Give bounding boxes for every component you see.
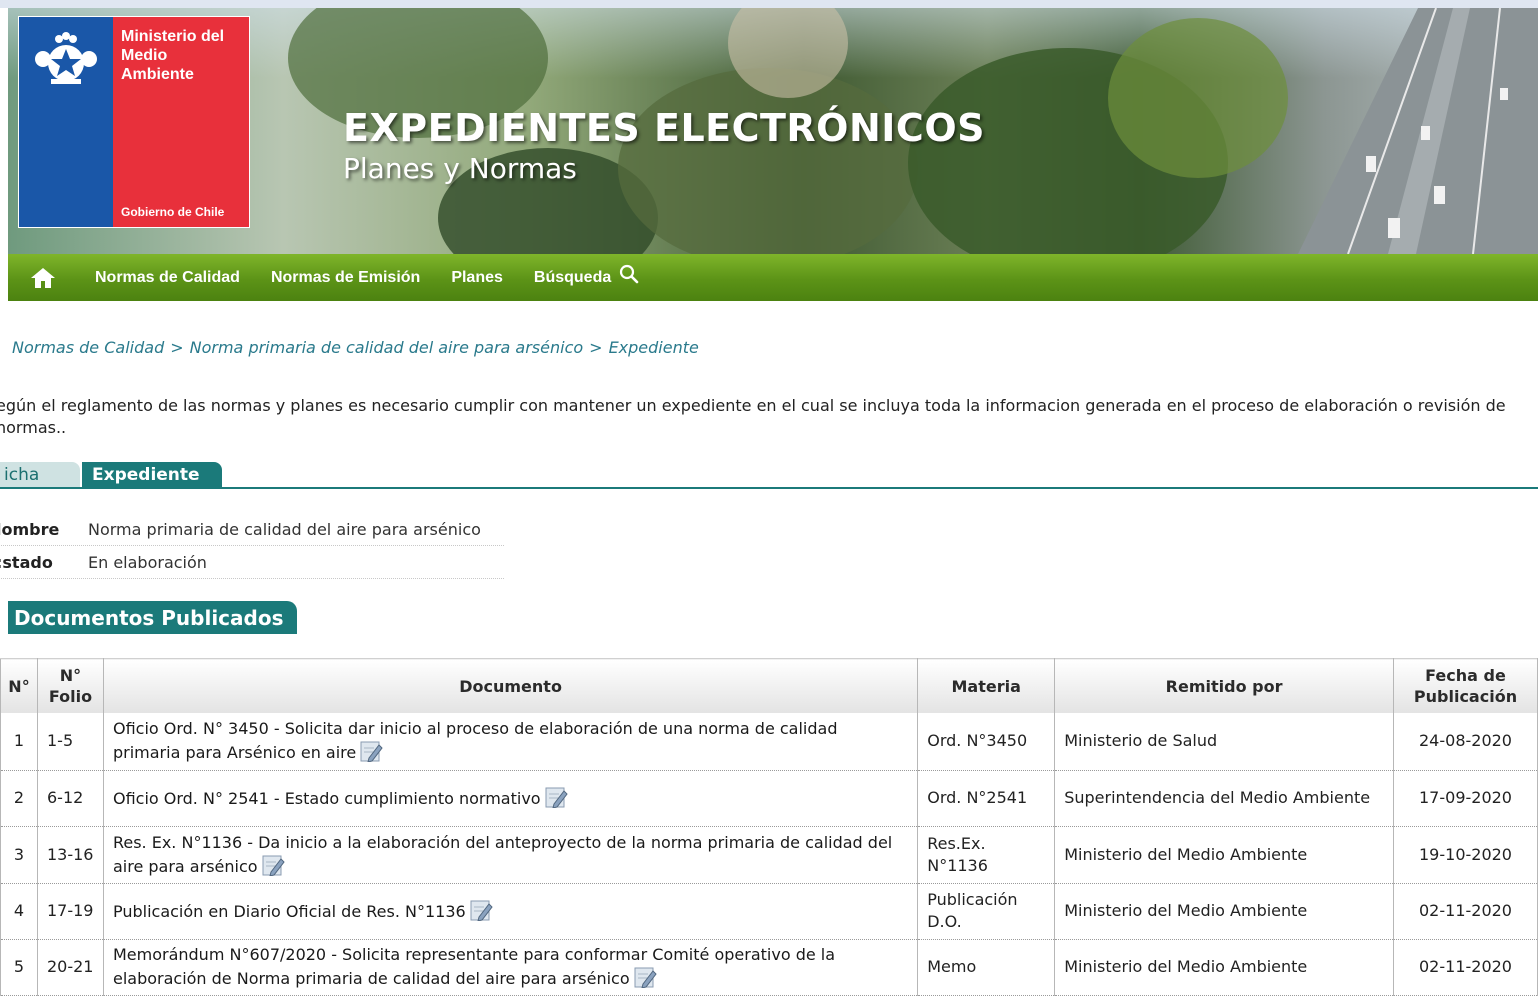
details-fields: lombre Norma primaria de calidad del air… [0, 513, 504, 579]
col-header-documento[interactable]: Documento [102, 658, 919, 713]
edit-document-icon[interactable] [470, 899, 494, 921]
cell-folio: 20-21 [36, 939, 104, 996]
tab-ficha[interactable]: icha [0, 462, 80, 487]
cell-folio: 1-5 [36, 713, 104, 771]
col-header-folio[interactable]: N° Folio [36, 658, 104, 713]
col-header-remitido[interactable]: Remitido por [1054, 658, 1394, 713]
col-header-fecha[interactable]: Fecha de Publicación [1392, 658, 1538, 713]
highway-illustration [1298, 8, 1538, 254]
nav-busqueda[interactable]: Búsqueda [533, 264, 639, 287]
document-link[interactable]: Memorándum N°607/2020 - Solicita represe… [113, 945, 835, 988]
tab-bar: icha Expediente [0, 462, 1538, 489]
cell-documento: Oficio Ord. N° 2541 - Estado cumplimient… [102, 770, 919, 827]
nav-busqueda-label: Búsqueda [533, 268, 612, 286]
page-subtitle: Planes y Normas [343, 152, 577, 185]
cell-documento: Oficio Ord. N° 3450 - Solicita dar inici… [102, 713, 919, 771]
document-link[interactable]: Oficio Ord. N° 3450 - Solicita dar inici… [113, 719, 838, 762]
tab-underline [0, 487, 1538, 489]
table-row: 5 20-21 Memorándum N°607/2020 - Solicita… [0, 939, 1538, 996]
field-estado-label: :stado [0, 552, 53, 572]
breadcrumb: Normas de Calidad > Norma primaria de cali… [12, 338, 699, 357]
section-title-documentos: Documentos Publicados [8, 601, 297, 634]
cell-materia: Publicación D.O. [917, 883, 1056, 940]
cell-fecha: 02-11-2020 [1392, 939, 1538, 996]
cell-remitido: Superintendencia del Medio Ambiente [1054, 770, 1394, 827]
cell-remitido: Ministerio de Salud [1054, 713, 1394, 771]
breadcrumb-separator: > [589, 338, 603, 357]
table-row: 3 13-16 Res. Ex. N°1136 - Da inicio a la… [0, 826, 1538, 884]
field-estado: :stado En elaboración [0, 546, 504, 579]
cell-remitido: Ministerio del Medio Ambiente [1054, 883, 1394, 940]
cell-remitido: Ministerio del Medio Ambiente [1054, 826, 1394, 884]
breadcrumb-separator: > [170, 338, 184, 357]
cell-folio: 13-16 [36, 826, 104, 884]
header-banner: Ministerio del Medio Ambiente Gobierno d… [8, 8, 1538, 254]
ministry-name: Ministerio del Medio Ambiente [121, 28, 225, 83]
breadcrumb-normas-calidad[interactable]: Normas de Calidad [12, 338, 164, 357]
top-strip [0, 0, 1538, 8]
cell-materia: Res.Ex. N°1136 [917, 826, 1056, 884]
edit-document-icon[interactable] [360, 740, 384, 763]
cell-materia: Memo [917, 939, 1056, 996]
cell-remitido: Ministerio del Medio Ambiente [1054, 939, 1394, 996]
home-icon[interactable] [30, 265, 56, 291]
cell-documento: Res. Ex. N°1136 - Da inicio a la elabora… [102, 826, 919, 884]
table-row: 4 17-19 Publicación en Diario Oficial de… [0, 883, 1538, 940]
field-nombre-value: Norma primaria de calidad del aire para … [88, 519, 481, 539]
cell-n: 5 [0, 939, 38, 996]
cell-fecha: 17-09-2020 [1392, 770, 1538, 827]
breadcrumb-expediente[interactable]: Expediente [609, 338, 699, 357]
search-icon[interactable] [619, 264, 639, 284]
cell-fecha: 24-08-2020 [1392, 713, 1538, 771]
cell-n: 3 [0, 826, 38, 884]
nav-normas-emision[interactable]: Normas de Emisión [271, 269, 420, 287]
breadcrumb-norma[interactable]: Norma primaria de calidad del aire para … [190, 338, 584, 357]
table-row: 1 1-5 Oficio Ord. N° 3450 - Solicita dar… [0, 713, 1538, 771]
edit-document-icon[interactable] [262, 854, 286, 876]
tab-expediente[interactable]: Expediente [82, 462, 222, 487]
field-nombre: lombre Norma primaria de calidad del air… [0, 513, 504, 546]
nav-normas-calidad[interactable]: Normas de Calidad [95, 269, 240, 287]
cell-materia: Ord. N°2541 [917, 770, 1056, 827]
cell-folio: 6-12 [36, 770, 104, 827]
table-row: 2 6-12 Oficio Ord. N° 2541 - Estado cump… [0, 770, 1538, 827]
edit-document-icon[interactable] [634, 966, 658, 988]
document-link[interactable]: Oficio Ord. N° 2541 - Estado cumplimient… [113, 789, 541, 808]
nav-planes[interactable]: Planes [451, 269, 503, 287]
cell-n: 4 [0, 883, 38, 940]
edit-document-icon[interactable] [545, 786, 569, 808]
cell-folio: 17-19 [36, 883, 104, 940]
table-header-row: N° N° Folio Documento Materia Remitido p… [0, 658, 1538, 713]
document-link[interactable]: Res. Ex. N°1136 - Da inicio a la elabora… [113, 833, 892, 876]
col-header-n[interactable]: N° [0, 658, 38, 713]
col-header-materia[interactable]: Materia [917, 658, 1056, 713]
ministry-logo[interactable]: Ministerio del Medio Ambiente Gobierno d… [18, 16, 250, 228]
cell-documento: Publicación en Diario Oficial de Res. N°… [102, 883, 919, 940]
documents-table: N° N° Folio Documento Materia Remitido p… [0, 658, 1538, 996]
intro-text: egún el reglamento de las normas y plane… [0, 396, 1506, 437]
document-link[interactable]: Publicación en Diario Oficial de Res. N°… [113, 902, 466, 921]
cell-n: 2 [0, 770, 38, 827]
field-estado-value: En elaboración [88, 552, 207, 572]
cell-materia: Ord. N°3450 [917, 713, 1056, 771]
cell-fecha: 19-10-2020 [1392, 826, 1538, 884]
cell-n: 1 [0, 713, 38, 771]
government-label: Gobierno de Chile [121, 205, 225, 219]
main-nav: Normas de Calidad Normas de Emisión Plan… [8, 254, 1538, 301]
coat-of-arms-icon [35, 32, 97, 84]
cell-documento: Memorándum N°607/2020 - Solicita represe… [102, 939, 919, 996]
page-title: EXPEDIENTES ELECTRÓNICOS [343, 106, 985, 150]
field-nombre-label: lombre [0, 519, 60, 539]
cell-fecha: 02-11-2020 [1392, 883, 1538, 940]
